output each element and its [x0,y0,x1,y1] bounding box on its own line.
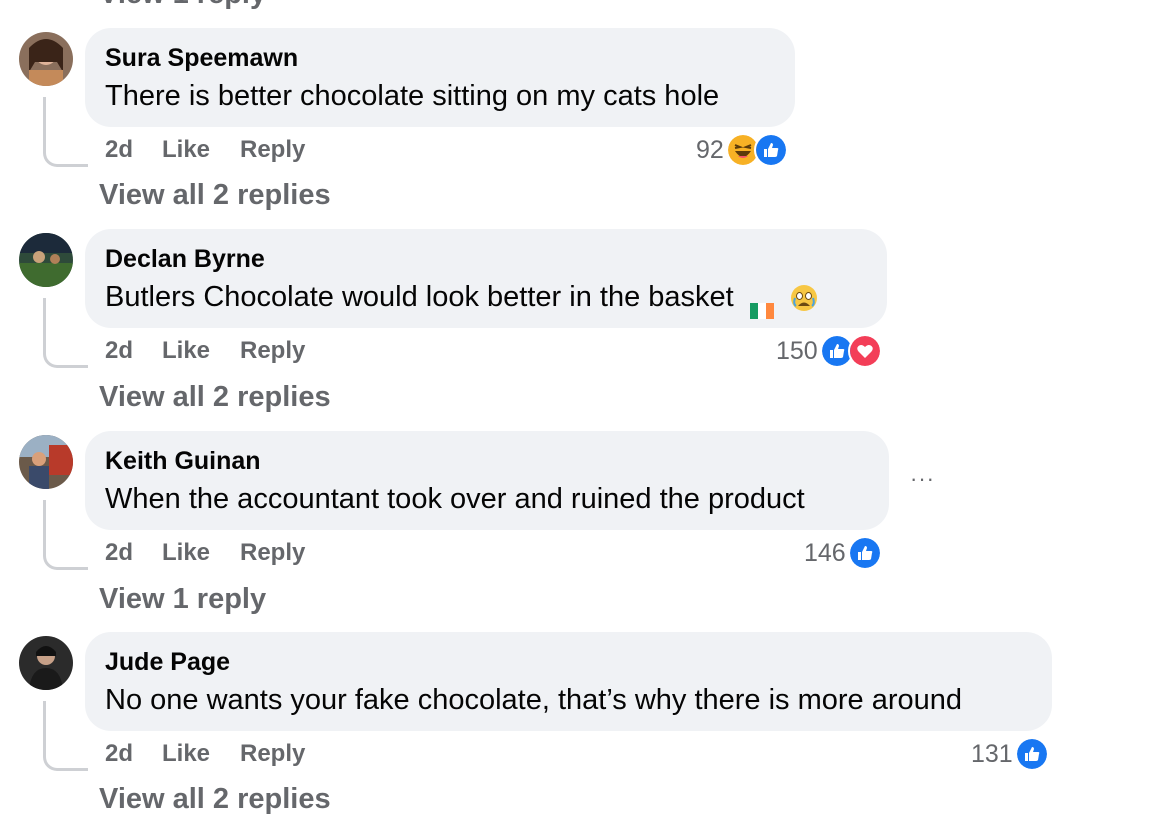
comment-bubble: Jude Page No one wants your fake chocola… [85,632,1052,731]
more-options-button[interactable]: ··· [910,466,935,492]
comment-actions: 2d Like Reply [105,136,305,164]
comment-actions: 2d Like Reply [105,337,305,365]
comment-text: Butlers Chocolate would look better in t… [105,277,867,320]
reaction-summary[interactable]: 131 [971,737,1049,771]
reaction-summary[interactable]: 146 [804,536,882,570]
comment-item: Jude Page No one wants your fake chocola… [0,604,1176,815]
comment-bubble: Sura Speemawn There is better chocolate … [85,28,795,127]
comment-text-content: Butlers Chocolate would look better in t… [105,281,734,313]
comment-text: No one wants your fake chocolate, that’s… [105,684,963,716]
thread-connector [43,97,88,167]
reaction-summary[interactable]: 150 [776,334,882,368]
comment-timestamp[interactable]: 2d [105,136,162,164]
ireland-flag-icon [749,290,776,320]
like-icon [847,536,882,570]
comment-text: There is better chocolate sitting on my … [105,80,720,112]
comment-bubble: Declan Byrne Butlers Chocolate would loo… [85,229,887,328]
thread-connector [43,500,88,570]
reaction-count: 146 [804,538,846,567]
reply-button[interactable]: Reply [240,337,305,365]
like-button[interactable]: Like [162,740,240,768]
reaction-count: 131 [971,739,1013,768]
comment-author[interactable]: Declan Byrne [105,245,867,273]
reaction-count: 92 [696,135,724,164]
comment-timestamp[interactable]: 2d [105,337,162,365]
comment-author[interactable]: Sura Speemawn [105,44,775,72]
avatar[interactable] [19,233,73,287]
comment-author[interactable]: Jude Page [105,648,1032,676]
avatar[interactable] [19,32,73,86]
crying-face-icon [790,285,817,312]
love-icon [847,334,882,368]
avatar[interactable] [19,636,73,690]
like-button[interactable]: Like [162,539,240,567]
comment-actions: 2d Like Reply [105,539,305,567]
comment-text: When the accountant took over and ruined… [105,483,805,515]
avatar[interactable] [19,435,73,489]
like-button[interactable]: Like [162,337,240,365]
like-icon [753,133,788,167]
comment-item: Declan Byrne Butlers Chocolate would loo… [0,201,1176,413]
thread-connector [43,298,88,368]
comment-timestamp[interactable]: 2d [105,539,162,567]
reaction-count: 150 [776,336,818,365]
reply-button[interactable]: Reply [240,740,305,768]
comment-item: Sura Speemawn There is better chocolate … [0,0,1176,211]
reply-button[interactable]: Reply [240,539,305,567]
reaction-summary[interactable]: 92 [696,133,788,167]
view-replies-link[interactable]: View all 2 replies [99,783,331,816]
thread-connector [43,701,88,771]
comment-actions: 2d Like Reply [105,740,305,768]
like-button[interactable]: Like [162,136,240,164]
reply-button[interactable]: Reply [240,136,305,164]
comment-bubble: Keith Guinan When the accountant took ov… [85,431,889,530]
comment-item: Keith Guinan When the accountant took ov… [0,403,1176,615]
like-icon [1014,737,1049,771]
comment-author[interactable]: Keith Guinan [105,447,869,475]
comment-timestamp[interactable]: 2d [105,740,162,768]
